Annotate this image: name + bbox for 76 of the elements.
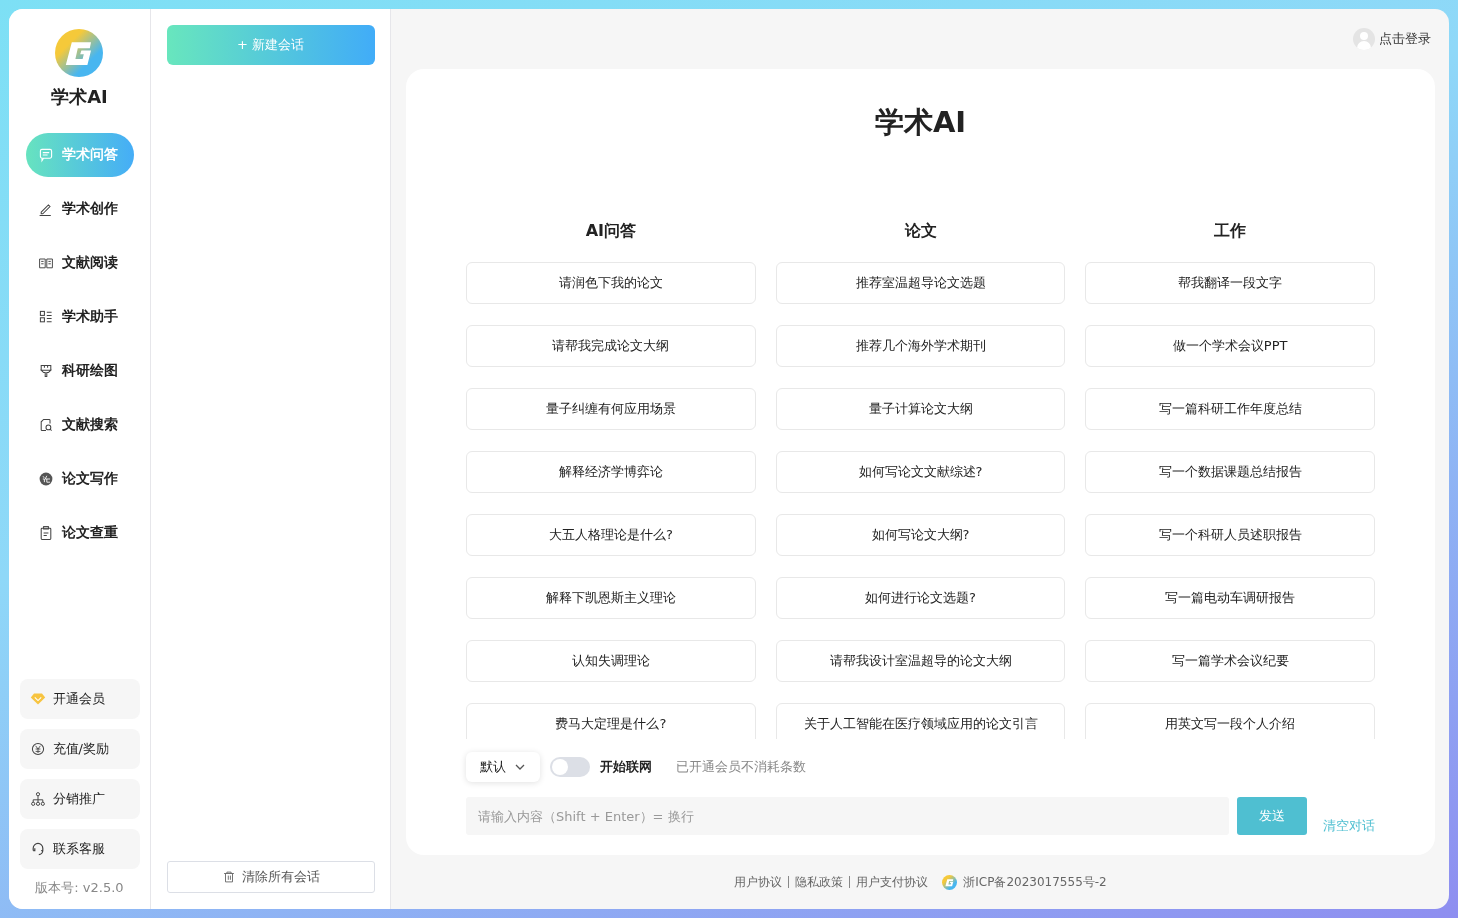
prompt-button[interactable]: 请润色下我的论文 — [466, 262, 756, 304]
nav-label: 学术助手 — [61, 308, 118, 326]
prompt-button[interactable]: 如何写论文大纲? — [775, 514, 1066, 556]
nav-label: 论文查重 — [61, 524, 118, 542]
prompt-button[interactable]: 写一篇学术会议纪要 — [1085, 640, 1375, 682]
footer-link[interactable]: 用户协议 — [734, 873, 783, 891]
book-icon — [37, 255, 54, 271]
action-button[interactable]: 联系客服 — [19, 829, 140, 869]
logo-icon — [55, 29, 104, 77]
action-button[interactable]: 充值/奖励 — [19, 729, 140, 769]
brand-name: 学术AI — [51, 85, 108, 109]
avatar-icon — [1353, 28, 1375, 50]
action-label: 充值/奖励 — [52, 740, 109, 758]
action-label: 开通会员 — [52, 690, 105, 708]
toggle-label: 开始联网 — [600, 758, 652, 776]
nav-label: 学术创作 — [61, 200, 118, 218]
prompt-button[interactable]: 量子计算论文大纲 — [775, 388, 1066, 430]
prompt-button[interactable]: 关于人工智能在医疗领域应用的论文引言 — [775, 703, 1066, 739]
version-text: 版本号: v2.5.0 — [35, 879, 124, 897]
nav-item[interactable]: 学术创作 — [25, 187, 134, 231]
footer-link[interactable]: 用户支付协议 — [856, 873, 929, 891]
column-heading: 论文 — [903, 221, 938, 242]
prompt-button[interactable]: 用英文写一段个人介绍 — [1085, 703, 1375, 739]
model-dropdown[interactable]: 默认 — [466, 752, 540, 782]
chat-icon — [37, 147, 54, 163]
column-heading: 工作 — [1213, 221, 1248, 242]
nav-item[interactable]: 文献搜索 — [25, 403, 134, 447]
coin-icon — [29, 741, 46, 757]
nav-label: 科研绘图 — [61, 362, 118, 380]
nav-label: 文献阅读 — [61, 254, 118, 272]
footer-link[interactable]: 隐私政策 — [795, 873, 844, 891]
column-heading: AI问答 — [584, 221, 637, 242]
nav-label: 论文写作 — [61, 470, 118, 488]
badge-icon — [37, 471, 54, 487]
prompt-button[interactable]: 写一个科研人员述职报告 — [1085, 514, 1375, 556]
prompt-button[interactable]: 写一篇电动车调研报告 — [1085, 577, 1375, 619]
logo-icon — [942, 874, 958, 890]
prompt-button[interactable]: 做一个学术会议PPT — [1085, 325, 1375, 367]
network-icon — [29, 791, 46, 807]
prompt-button[interactable]: 如何写论文文献综述? — [775, 451, 1066, 493]
clear-all-button[interactable]: 清除所有会话 — [166, 861, 375, 893]
prompt-button[interactable]: 推荐几个海外学术期刊 — [775, 325, 1066, 367]
diamond-icon — [29, 691, 46, 707]
pen-icon — [37, 201, 54, 217]
prompt-button[interactable]: 请帮我设计室温超导的论文大纲 — [775, 640, 1066, 682]
prompt-button[interactable]: 解释下凯恩斯主义理论 — [466, 577, 756, 619]
prompt-button[interactable]: 写一个数据课题总结报告 — [1085, 451, 1375, 493]
prompt-button[interactable]: 解释经济学博弈论 — [466, 451, 756, 493]
prompt-button[interactable]: 量子纠缠有何应用场景 — [466, 388, 756, 430]
icp-link[interactable]: 浙ICP备2023017555号-2 — [963, 873, 1107, 891]
page-title: 学术AI — [873, 104, 968, 141]
prompt-button[interactable]: 认知失调理论 — [466, 640, 756, 682]
action-label: 联系客服 — [52, 840, 105, 858]
nav-item[interactable]: 论文写作 — [25, 457, 134, 501]
login-link[interactable]: 点击登录 — [1353, 28, 1431, 50]
nav-label: 学术问答 — [61, 146, 118, 164]
nav-item[interactable]: 科研绘图 — [25, 349, 134, 393]
prompt-button[interactable]: 大五人格理论是什么? — [466, 514, 756, 556]
nav-item[interactable]: 学术助手 — [25, 295, 134, 339]
nav-label: 文献搜索 — [61, 416, 118, 434]
trash-icon — [221, 870, 236, 884]
prompt-button[interactable]: 写一篇科研工作年度总结 — [1085, 388, 1375, 430]
toggle-switch[interactable] — [550, 757, 590, 777]
action-button[interactable]: 分销推广 — [19, 779, 140, 819]
action-label: 分销推广 — [52, 790, 105, 808]
action-button[interactable]: 开通会员 — [19, 679, 140, 719]
prompt-button[interactable]: 如何进行论文选题? — [775, 577, 1066, 619]
note-text: 已开通会员不消耗条数 — [676, 758, 806, 776]
nav-item[interactable]: 论文查重 — [25, 511, 134, 555]
prompt-button[interactable]: 推荐室温超导论文选题 — [775, 262, 1066, 304]
prompt-button[interactable]: 费马大定理是什么? — [466, 703, 756, 739]
message-input[interactable]: 请输入内容（Shift + Enter）= 换行 — [466, 797, 1229, 835]
prompt-button[interactable]: 帮我翻译一段文字 — [1085, 262, 1375, 304]
prompt-button[interactable]: 请帮我完成论文大纲 — [466, 325, 756, 367]
nav-item[interactable]: 文献阅读 — [25, 241, 134, 285]
list-icon — [37, 309, 54, 325]
